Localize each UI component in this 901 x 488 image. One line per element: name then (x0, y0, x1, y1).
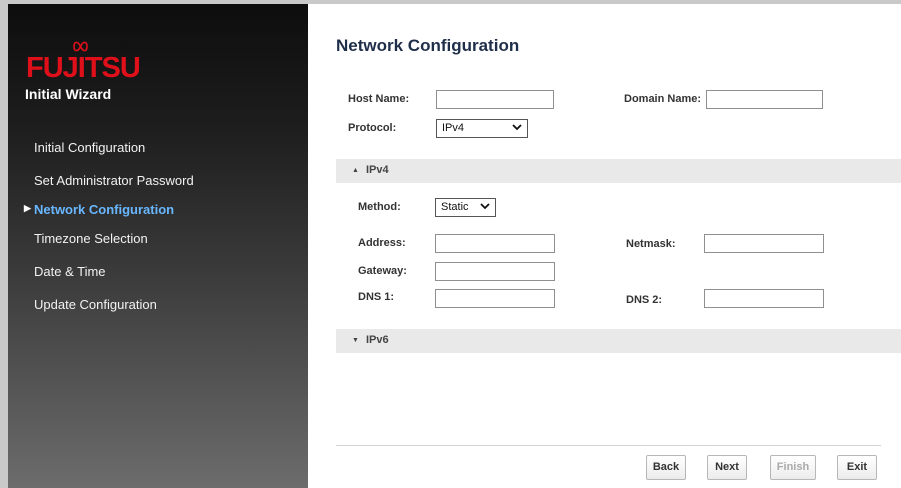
sidebar-item-label: Set Administrator Password (34, 173, 194, 188)
protocol-select-value: IPv4 (442, 122, 465, 134)
dns1-label: DNS 1: (358, 291, 395, 303)
netmask-label: Netmask: (626, 238, 676, 250)
dns1-input[interactable] (435, 289, 555, 308)
sidebar-item-date-time[interactable]: Date & Time (34, 264, 106, 279)
host-name-label: Host Name: (348, 93, 410, 105)
domain-name-input[interactable] (706, 90, 823, 109)
gateway-label: Gateway: (358, 265, 407, 277)
sidebar-item-update-configuration[interactable]: Update Configuration (34, 297, 157, 312)
host-name-input[interactable] (436, 90, 554, 109)
ipv4-section-header[interactable]: ▲ IPv4 (336, 159, 901, 183)
dns2-label: DNS 2: (626, 294, 663, 306)
sidebar-item-label: Initial Configuration (34, 140, 146, 155)
next-button[interactable]: Next (707, 455, 747, 480)
back-button[interactable]: Back (646, 455, 686, 480)
sidebar-item-label: Network Configuration (34, 202, 175, 217)
domain-name-label: Domain Name: (624, 93, 702, 105)
exit-button[interactable]: Exit (837, 455, 877, 480)
sidebar-item-initial-configuration[interactable]: Initial Configuration (34, 140, 145, 155)
ipv6-section-label: IPv6 (366, 334, 389, 346)
logo-text: FUJITSU (26, 52, 141, 84)
address-label: Address: (358, 237, 406, 249)
sidebar-item-label: Update Configuration (34, 297, 157, 312)
chevron-down-icon (512, 124, 522, 131)
method-select[interactable]: Static (435, 198, 496, 217)
chevron-down-icon (480, 203, 490, 210)
wizard-title: Initial Wizard (25, 86, 112, 102)
ipv6-section-header[interactable]: ▼ IPv6 (336, 329, 901, 353)
netmask-input[interactable] (704, 234, 824, 253)
protocol-select[interactable]: IPv4 (436, 119, 528, 138)
protocol-label: Protocol: (348, 122, 397, 134)
sidebar-item-network-configuration[interactable]: ▶ Network Configuration (24, 202, 175, 217)
method-label: Method: (358, 201, 401, 213)
sidebar-item-label: Timezone Selection (34, 231, 148, 246)
page-title: Network Configuration (336, 36, 520, 55)
main-content: Network Configuration Host Name: Domain … (308, 4, 901, 488)
active-arrow-icon: ▶ (24, 203, 31, 213)
method-select-value: Static (441, 201, 469, 213)
sidebar: FUJITSU Initial Wizard Initial Configura… (8, 4, 308, 488)
ipv4-section-label: IPv4 (366, 164, 389, 176)
finish-button[interactable]: Finish (770, 455, 816, 480)
sidebar-item-label: Date & Time (34, 264, 106, 279)
footer-divider (336, 445, 881, 446)
collapse-triangle-icon: ▲ (352, 167, 359, 174)
sidebar-item-timezone-selection[interactable]: Timezone Selection (34, 231, 148, 246)
expand-triangle-icon: ▼ (352, 337, 359, 344)
dns2-input[interactable] (704, 289, 824, 308)
gateway-input[interactable] (435, 262, 555, 281)
address-input[interactable] (435, 234, 555, 253)
sidebar-item-set-administrator-password[interactable]: Set Administrator Password (34, 173, 194, 188)
